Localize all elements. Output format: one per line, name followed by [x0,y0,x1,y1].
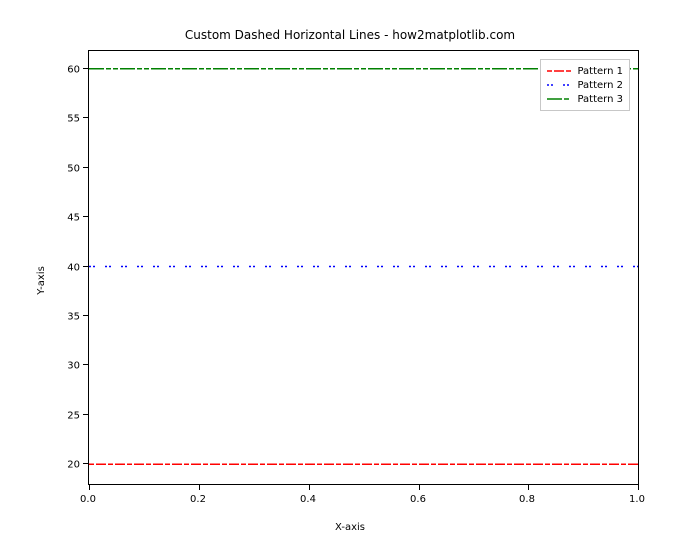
ytick-label: 60 [50,64,80,75]
xtick-mark [419,484,420,490]
xtick-label: 1.0 [617,494,657,505]
legend-label: Pattern 1 [577,66,623,77]
plot-lines [89,51,638,484]
legend-entry: Pattern 3 [547,92,623,106]
xtick-label: 0.0 [68,494,108,505]
y-axis-label: Y-axis [34,0,48,560]
legend-label: Pattern 2 [577,80,623,91]
ytick-label: 50 [50,163,80,174]
xtick-label: 0.6 [398,494,438,505]
ytick-label: 45 [50,213,80,224]
xtick-mark [528,484,529,490]
xtick-label: 0.4 [288,494,328,505]
xtick-mark [199,484,200,490]
legend-swatch-icon [547,78,571,92]
xtick-label: 0.8 [507,494,547,505]
figure: Custom Dashed Horizontal Lines - how2mat… [0,0,700,560]
axes-area: Pattern 1 Pattern 2 Pattern 3 [88,50,639,485]
ytick-label: 30 [50,361,80,372]
legend-swatch-icon [547,64,571,78]
x-axis-label: X-axis [0,522,700,533]
legend: Pattern 1 Pattern 2 Pattern 3 [540,59,630,111]
ytick-label: 55 [50,114,80,125]
chart-title: Custom Dashed Horizontal Lines - how2mat… [0,28,700,42]
ytick-label: 25 [50,410,80,421]
y-axis-label-text: Y-axis [36,266,47,295]
xtick-mark [89,484,90,490]
legend-entry: Pattern 1 [547,64,623,78]
xtick-mark [638,484,639,490]
xtick-label: 0.2 [178,494,218,505]
legend-swatch-icon [547,92,571,106]
xtick-mark [309,484,310,490]
legend-label: Pattern 3 [577,94,623,105]
legend-entry: Pattern 2 [547,78,623,92]
ytick-label: 35 [50,311,80,322]
ytick-label: 20 [50,460,80,471]
ytick-label: 40 [50,262,80,273]
